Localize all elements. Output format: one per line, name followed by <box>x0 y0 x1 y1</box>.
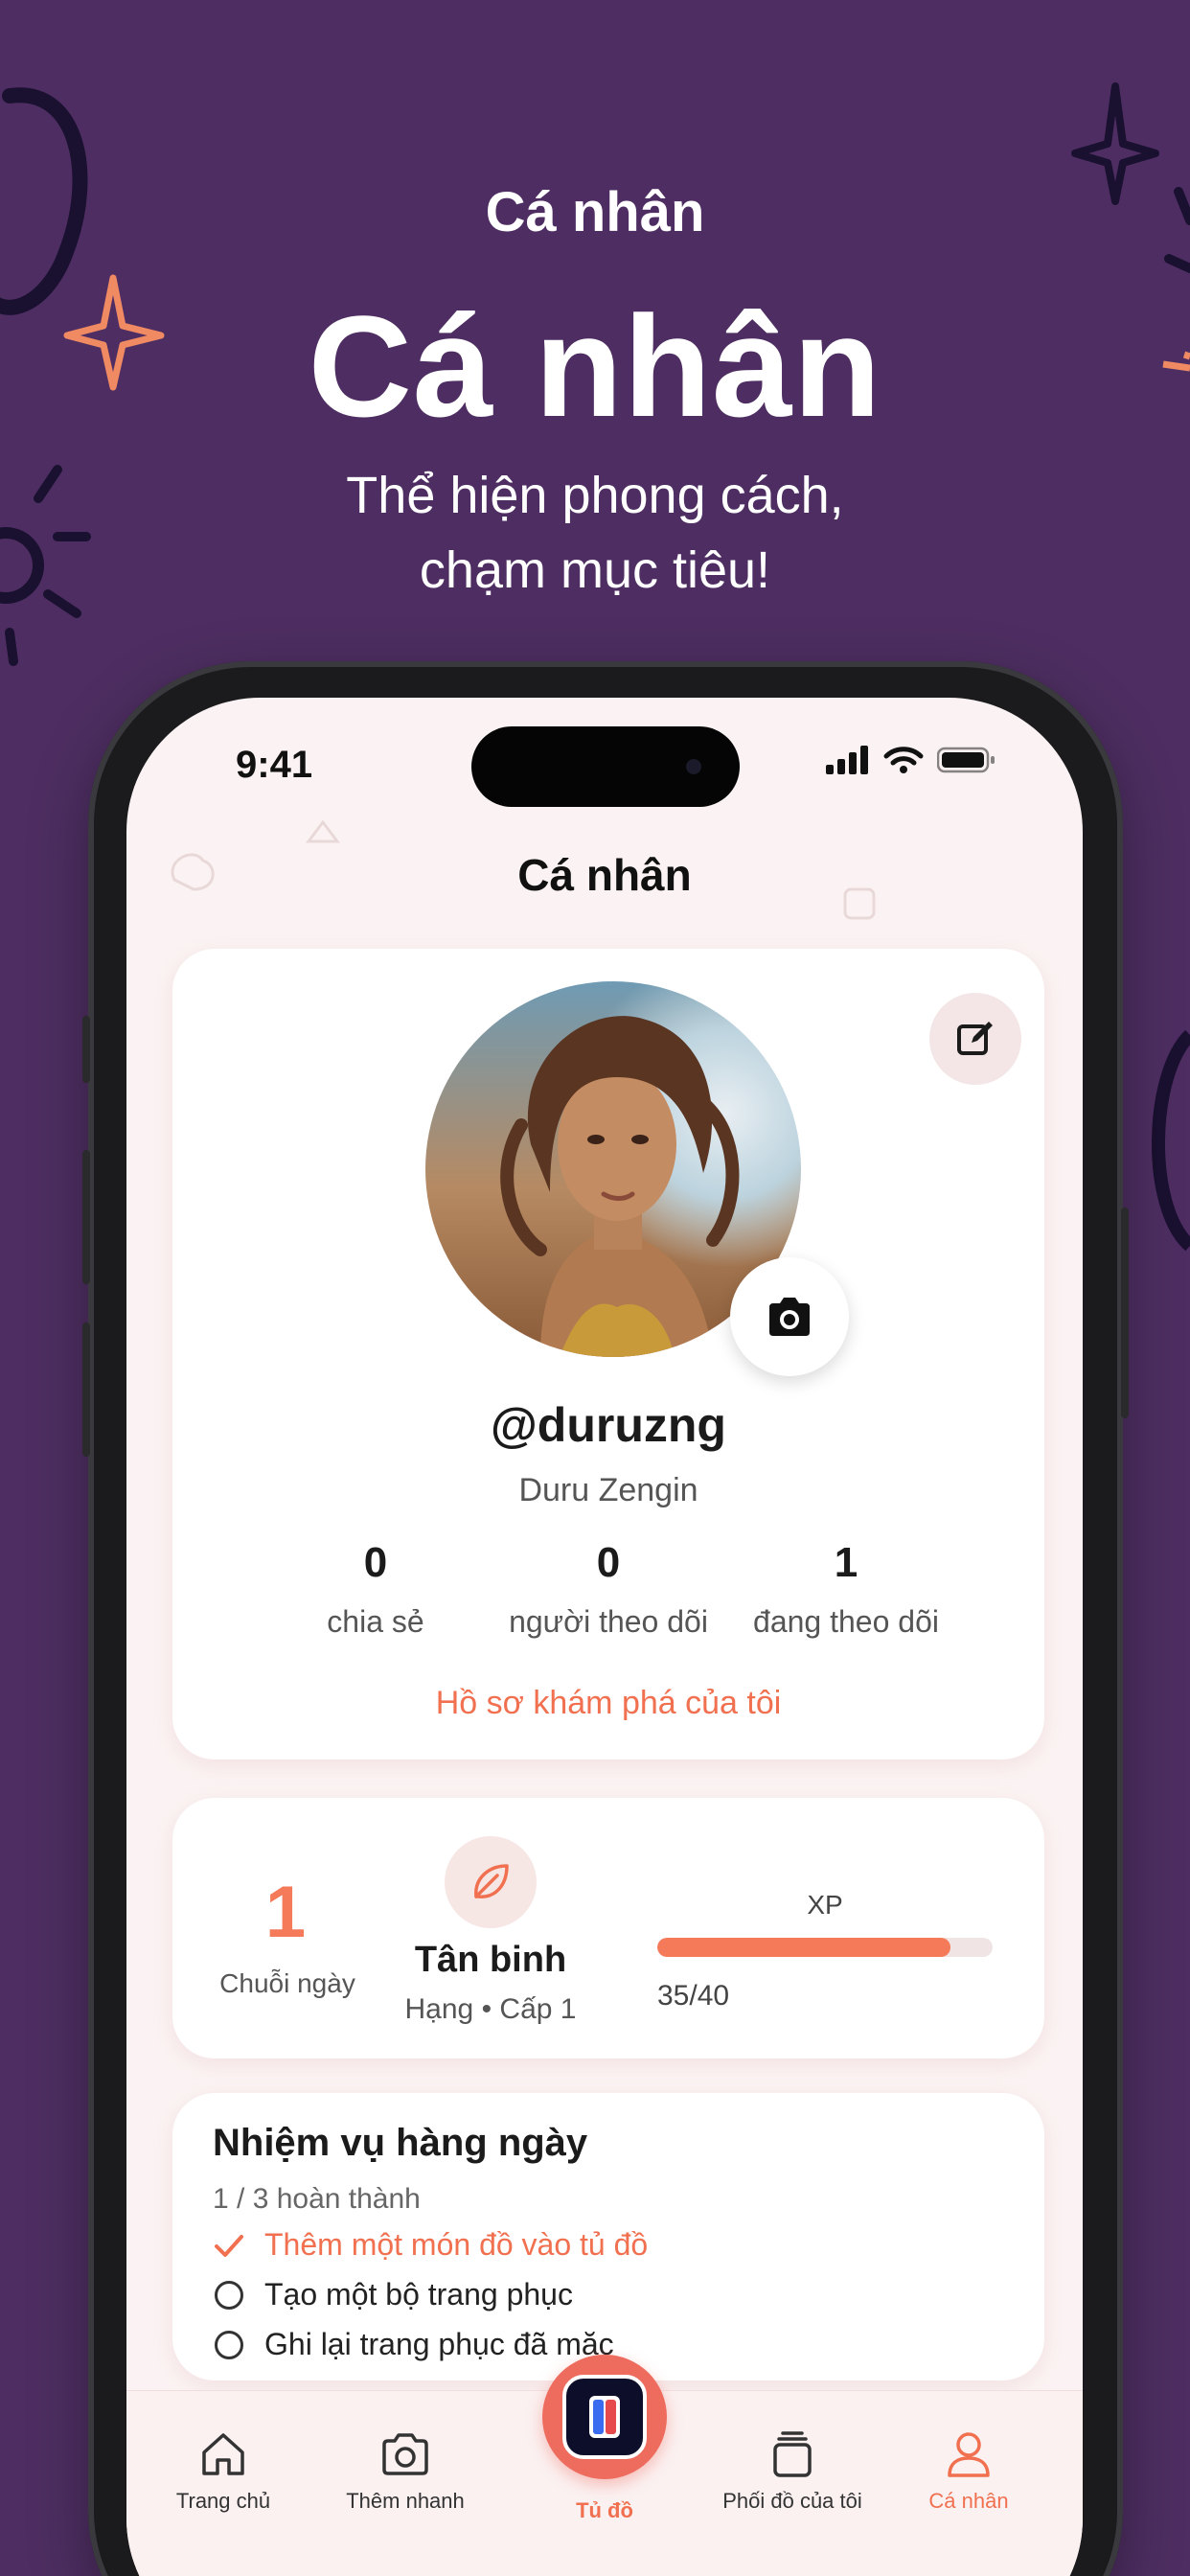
tab-profile[interactable]: Cá nhân <box>878 2426 1060 2514</box>
quest-label: Tạo một bộ trang phục <box>264 2277 573 2312</box>
xp-progress-bar <box>657 1938 993 1957</box>
rank-name: Tân binh <box>414 1940 567 1980</box>
stack-icon <box>773 2431 812 2477</box>
phone-volume-down <box>82 1322 90 1457</box>
profile-card: @duruzng Duru Zengin 0 chia sẻ 0 người t… <box>172 949 1044 1760</box>
tab-label: Cá nhân <box>928 2489 1009 2513</box>
wifi-icon <box>883 747 924 773</box>
phone-volume-up <box>82 1150 90 1284</box>
streak-count: 1 <box>264 1872 307 1953</box>
quest-item[interactable]: Thêm một món đồ vào tủ đồ <box>213 2227 648 2263</box>
streak-label: Chuỗi ngày <box>219 1968 355 1998</box>
tab-label: Phối đồ của tôi <box>722 2489 862 2513</box>
xp-label: XP <box>807 1890 843 1920</box>
camera-icon <box>769 1298 810 1336</box>
promo-subtitle-line2: chạm mục tiêu! <box>419 541 771 599</box>
tab-quick-add[interactable]: Thêm nhanh <box>314 2426 496 2514</box>
phone-side-button <box>82 1016 90 1083</box>
quest-label: Ghi lại trang phục đã mặc <box>264 2327 614 2361</box>
tab-bar: Trang chủ Thêm nhanh Tủ đồ Phối đồ của t… <box>126 2355 1083 2576</box>
tab-wardrobe[interactable] <box>542 2355 667 2479</box>
status-time: 9:41 <box>236 744 313 786</box>
camera-icon <box>382 2433 428 2475</box>
stat-value: 1 <box>834 1539 858 1586</box>
tab-label: Tủ đồ <box>576 2498 633 2522</box>
empty-circle-icon <box>213 2329 245 2361</box>
discover-profile-link[interactable]: Hồ sơ khám phá của tôi <box>172 1685 1044 1722</box>
quest-label: Thêm một món đồ vào tủ đồ <box>264 2227 649 2262</box>
profile-full-name: Duru Zengin <box>518 1472 698 1508</box>
quests-title: Nhiệm vụ hàng ngày <box>213 2122 588 2164</box>
person-icon <box>948 2432 990 2477</box>
page-title: Cá nhân <box>517 850 692 900</box>
battery-icon <box>937 747 995 773</box>
dynamic-island <box>471 726 740 807</box>
tab-my-outfits[interactable]: Phối đồ của tôi <box>701 2426 883 2514</box>
check-icon <box>213 2229 245 2262</box>
daily-quests-card: Nhiệm vụ hàng ngày 1 / 3 hoàn thành Thêm… <box>172 2093 1044 2380</box>
phone-screen: 9:41 Cá nhân @duruzng Duru Zengin 0 chia… <box>126 698 1083 2576</box>
tab-label: Thêm nhanh <box>346 2489 465 2513</box>
edit-profile-button[interactable] <box>929 993 1021 1085</box>
tab-home[interactable]: Trang chủ <box>132 2426 314 2514</box>
promo-subtitle-line1: Thể hiện phong cách, <box>346 467 844 524</box>
quest-item[interactable]: Ghi lại trang phục đã mặc <box>213 2327 614 2362</box>
level-card: 1 Chuỗi ngày Tân binh Hạng • Cấp 1 XP 35… <box>172 1798 1044 2058</box>
promo-kicker: Cá nhân <box>485 181 705 243</box>
quests-progress: 1 / 3 hoàn thành <box>213 2183 421 2215</box>
quest-item[interactable]: Tạo một bộ trang phục <box>213 2277 573 2312</box>
tab-label: Trang chủ <box>175 2489 271 2513</box>
camera-dot <box>686 759 701 774</box>
rank-subtitle: Hạng • Cấp 1 <box>404 1993 577 2025</box>
edit-icon <box>957 1022 993 1055</box>
promo-subtitle: Thể hiện phong cách, chạm mục tiêu! <box>0 458 1190 608</box>
stat-following[interactable]: 1 đang theo dõi <box>702 1539 990 1640</box>
promo-title: Cá nhân <box>308 286 882 447</box>
status-icons <box>826 746 996 774</box>
xp-progress-fill <box>657 1938 951 1957</box>
home-icon <box>202 2433 244 2475</box>
profile-username: @duruzng <box>491 1398 726 1452</box>
wardrobe-icon <box>562 2375 647 2459</box>
signal-icon <box>826 746 868 774</box>
xp-value: 35/40 <box>657 1980 730 2012</box>
stat-label: đang theo dõi <box>753 1604 939 1639</box>
leaf-icon <box>474 1864 509 1898</box>
phone-power-button <box>1121 1208 1129 1418</box>
rank-badge <box>445 1836 537 1928</box>
change-photo-button[interactable] <box>730 1257 849 1376</box>
empty-circle-icon <box>213 2279 245 2312</box>
